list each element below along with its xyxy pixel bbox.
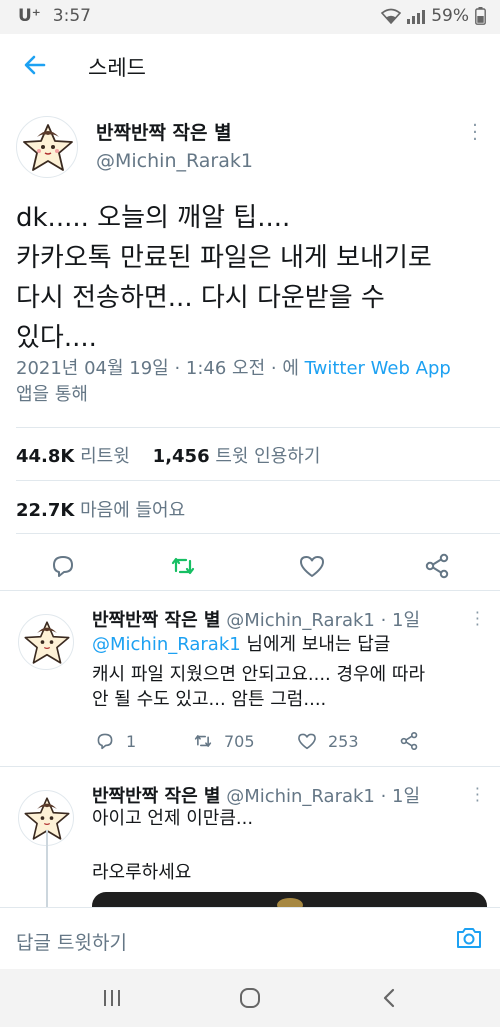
heart-icon bbox=[298, 733, 316, 750]
battery-icon bbox=[475, 7, 486, 25]
reply-header: 반짝반짝 작은 별 @Michin_Rarak1 · 1일 bbox=[92, 782, 420, 808]
reply-text-line: 안 될 수도 있고... 암튼 그럼.... bbox=[92, 689, 327, 710]
retweet-count: 705 bbox=[224, 731, 255, 751]
divider bbox=[16, 533, 500, 534]
back-button[interactable] bbox=[20, 50, 50, 80]
avatar[interactable] bbox=[16, 116, 78, 178]
star-character-icon bbox=[23, 124, 73, 171]
retweet-icon bbox=[171, 557, 195, 575]
likes-stats[interactable]: 22.7K 마음에 들어요 bbox=[16, 496, 185, 522]
home-icon bbox=[240, 988, 260, 1008]
share-button[interactable] bbox=[398, 730, 420, 752]
divider bbox=[0, 766, 500, 767]
reply-header: 반짝반짝 작은 별 @Michin_Rarak1 · 1일 bbox=[92, 606, 420, 632]
tweet-actions bbox=[0, 545, 500, 585]
reply-input[interactable]: 답글 트윗하기 bbox=[16, 928, 127, 955]
like-count: 253 bbox=[328, 731, 359, 751]
retweets-count: 44.8K bbox=[16, 446, 75, 467]
reply-author-name[interactable]: 반짝반짝 작은 별 bbox=[92, 610, 220, 631]
header: 스레드 bbox=[0, 34, 500, 98]
quotes-label: 트윗 인용하기 bbox=[215, 446, 321, 467]
reply-text: 라오루하세요 bbox=[92, 860, 487, 885]
likes-label: 마음에 들어요 bbox=[80, 500, 186, 521]
retweet-stats[interactable]: 44.8K 리트윗 1,456 트윗 인용하기 bbox=[16, 442, 320, 468]
tweet-timestamp: 2021년 04월 19일 · 1:46 오전 · 에 bbox=[16, 358, 305, 379]
reply-tweet[interactable]: 반짝반짝 작은 별 @Michin_Rarak1 · 1일 · · · @Michi… bbox=[0, 596, 500, 766]
page-title: 스레드 bbox=[88, 56, 146, 80]
author-handle[interactable]: @Michin_Rarak1 bbox=[96, 150, 253, 172]
reply-author-name[interactable]: 반짝반짝 작은 별 bbox=[92, 786, 220, 807]
divider bbox=[16, 480, 500, 481]
retweet-icon bbox=[194, 735, 212, 747]
reply-text-line: 라오루하세요 bbox=[92, 862, 192, 883]
likes-count: 22.7K bbox=[16, 500, 75, 521]
tweet-text-line: 다시 전송하면... 다시 다운받을 수 bbox=[16, 283, 385, 313]
tweet-meta-suffix: 앱을 통해 bbox=[16, 384, 88, 405]
system-nav-bar bbox=[0, 969, 500, 1027]
reply-text: 아이고 언제 이만큼... bbox=[92, 806, 487, 831]
camera-button[interactable] bbox=[454, 923, 484, 953]
quotes-count: 1,456 bbox=[152, 446, 210, 467]
reply-button[interactable] bbox=[48, 551, 78, 581]
author-name[interactable]: 반짝반짝 작은 별 bbox=[96, 118, 232, 145]
like-button[interactable]: 253 bbox=[296, 730, 359, 752]
reply-icon bbox=[53, 556, 73, 577]
more-options-icon[interactable]: · · · bbox=[475, 781, 480, 809]
retweets-label: 리트윗 bbox=[80, 446, 130, 467]
tweet-text-line: dk..... 오늘의 깨알 팁.... bbox=[16, 203, 291, 233]
tweet-text-line: 있다.... bbox=[16, 323, 97, 353]
battery-percent: 59% bbox=[431, 6, 469, 26]
tweet-text: dk..... 오늘의 깨알 팁.... 카카오톡 만료된 파일은 내게 보내기… bbox=[16, 198, 486, 358]
arrow-left-icon bbox=[24, 55, 46, 75]
tweet-meta: 2021년 04월 19일 · 1:46 오전 · 에 Twitter Web … bbox=[16, 356, 486, 408]
chevron-left-icon bbox=[383, 988, 395, 1008]
more-options-icon[interactable]: · · · bbox=[470, 117, 480, 149]
star-character-icon bbox=[24, 621, 70, 664]
status-bar: U⁺ 3:57 59% bbox=[0, 0, 500, 34]
reply-count: 1 bbox=[126, 731, 137, 751]
divider bbox=[0, 590, 500, 591]
reply-text: 캐시 파일 지웠으면 안되고요.... 경우에 따라 안 될 수도 있고... … bbox=[92, 662, 487, 712]
camera-icon bbox=[457, 928, 481, 948]
reply-actions: 1 705 253 bbox=[92, 730, 492, 756]
recents-button[interactable] bbox=[100, 986, 124, 1010]
divider bbox=[16, 427, 500, 428]
share-button[interactable] bbox=[422, 551, 452, 581]
reply-tweet[interactable]: 반짝반짝 작은 별 @Michin_Rarak1 · 1일 · · · 아이고 언제… bbox=[0, 772, 500, 907]
home-button[interactable] bbox=[238, 986, 262, 1010]
replying-to: @Michin_Rarak1 님에게 보내는 답글 bbox=[92, 632, 487, 657]
retweet-button[interactable] bbox=[168, 551, 198, 581]
share-icon bbox=[425, 553, 449, 579]
source-app-link[interactable]: Twitter Web App bbox=[305, 358, 451, 379]
back-button[interactable] bbox=[378, 986, 402, 1010]
reply-author-handle[interactable]: @Michin_Rarak1 · 1일 bbox=[226, 786, 420, 807]
thread-line bbox=[46, 830, 48, 907]
tweet-text-line: 카카오톡 만료된 파일은 내게 보내기로 bbox=[16, 243, 432, 273]
heart-icon bbox=[300, 556, 324, 577]
signal-icon bbox=[407, 8, 426, 24]
more-options-icon[interactable]: · · · bbox=[475, 605, 480, 633]
retweet-button[interactable]: 705 bbox=[192, 730, 255, 752]
share-icon bbox=[400, 731, 418, 751]
wifi-icon bbox=[381, 8, 402, 24]
carrier-label: U⁺ bbox=[18, 6, 41, 26]
like-button[interactable] bbox=[297, 551, 327, 581]
replying-to-suffix: 님에게 보내는 답글 bbox=[240, 634, 391, 655]
reply-text-line: 캐시 파일 지웠으면 안되고요.... 경우에 따라 bbox=[92, 664, 426, 685]
clock: 3:57 bbox=[52, 6, 91, 26]
reply-icon bbox=[97, 733, 113, 750]
reply-text-line: 아이고 언제 이만큼... bbox=[92, 808, 254, 829]
avatar[interactable] bbox=[18, 614, 74, 670]
reply-compose-bar[interactable]: 답글 트윗하기 bbox=[0, 907, 500, 969]
mention-link[interactable]: @Michin_Rarak1 bbox=[92, 634, 241, 655]
reply-button[interactable]: 1 bbox=[94, 730, 136, 752]
recents-icon bbox=[104, 990, 120, 1006]
reply-author-handle[interactable]: @Michin_Rarak1 · 1일 bbox=[226, 610, 420, 631]
